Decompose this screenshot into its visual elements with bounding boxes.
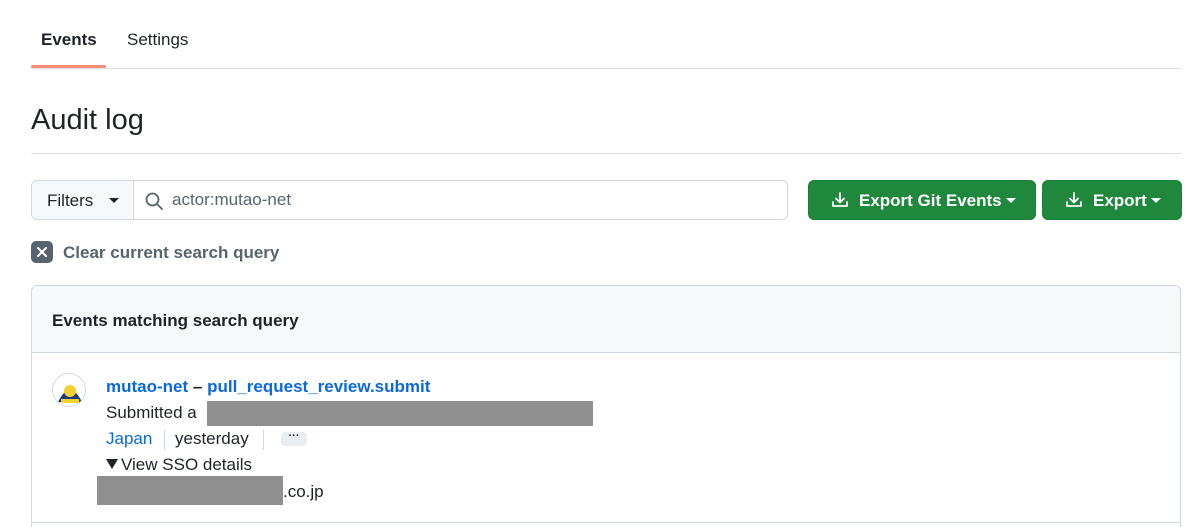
chevron-down-icon bbox=[1006, 198, 1016, 203]
event-separator: – bbox=[192, 377, 203, 396]
download-icon bbox=[1066, 192, 1082, 207]
more-details-button[interactable]: ··· bbox=[281, 431, 307, 446]
avatar[interactable] bbox=[52, 373, 86, 407]
tab-events-label: Events bbox=[41, 30, 97, 49]
redacted-text bbox=[97, 476, 283, 505]
meta-divider bbox=[263, 430, 264, 450]
active-tab-underline bbox=[31, 65, 106, 68]
events-panel-title: Events matching search query bbox=[52, 311, 299, 330]
search-bar: Filters bbox=[31, 180, 788, 220]
action-link[interactable]: pull_request_review.submit bbox=[207, 377, 430, 396]
sso-details-label: View SSO details bbox=[121, 455, 253, 474]
page-title: Audit log bbox=[31, 104, 144, 136]
search-icon bbox=[145, 192, 163, 210]
location-link[interactable]: Japan bbox=[106, 429, 152, 449]
export-git-events-button[interactable]: Export Git Events bbox=[808, 180, 1036, 220]
filters-button[interactable]: Filters bbox=[32, 181, 134, 219]
close-icon bbox=[31, 241, 53, 263]
filters-label: Filters bbox=[47, 191, 94, 210]
meta-divider bbox=[164, 430, 165, 450]
redacted-text bbox=[207, 401, 593, 426]
triangle-down-icon bbox=[106, 459, 118, 469]
event-title: mutao-net – pull_request_review.submit bbox=[106, 377, 430, 397]
actor-link[interactable]: mutao-net bbox=[106, 377, 188, 396]
sso-domain: .co.jp bbox=[283, 482, 324, 501]
clear-search-query-label: Clear current search query bbox=[63, 243, 280, 262]
export-label: Export bbox=[1093, 191, 1147, 210]
search-input[interactable] bbox=[172, 185, 772, 215]
chevron-down-icon bbox=[109, 198, 119, 203]
sso-details-toggle[interactable]: View SSO details bbox=[106, 455, 252, 475]
events-panel-header: Events matching search query bbox=[32, 286, 1180, 353]
top-tabs: Events Settings bbox=[31, 0, 1181, 69]
event-description: Submitted a bbox=[106, 403, 197, 422]
tab-events[interactable]: Events bbox=[41, 30, 97, 50]
export-button[interactable]: Export bbox=[1042, 180, 1182, 220]
chevron-down-icon bbox=[1151, 198, 1161, 203]
events-panel: Events matching search query mutao-net –… bbox=[31, 285, 1181, 527]
title-divider bbox=[31, 153, 1181, 154]
event-time: yesterday bbox=[175, 429, 249, 448]
tab-settings[interactable]: Settings bbox=[127, 30, 188, 50]
download-icon bbox=[832, 192, 848, 207]
row-divider bbox=[32, 522, 1180, 523]
avatar-image bbox=[53, 374, 85, 406]
export-git-events-label: Export Git Events bbox=[859, 191, 1002, 210]
tab-settings-label: Settings bbox=[127, 30, 189, 49]
